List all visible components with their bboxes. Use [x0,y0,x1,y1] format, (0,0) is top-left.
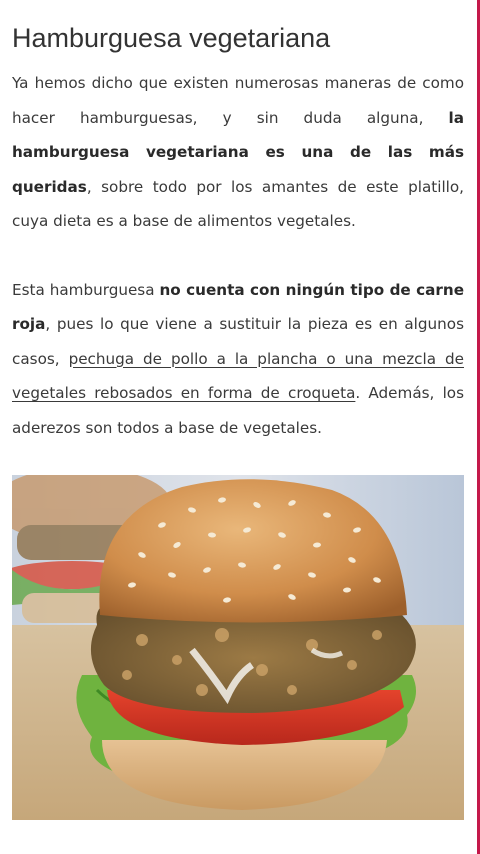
intro-text-1: Ya hemos dicho que existen numerosas man… [12,74,464,127]
article-body: Hamburguesa vegetariana Ya hemos dicho q… [12,0,464,445]
description-text-1: Esta hamburguesa [12,280,160,299]
burger-illustration [12,475,464,820]
veggie-burger-photo [12,475,464,820]
paragraph-intro: Ya hemos dicho que existen numerosas man… [12,66,464,239]
article-page: Hamburguesa vegetariana Ya hemos dicho q… [0,0,480,854]
paragraph-description: Esta hamburguesa no cuenta con ningún ti… [12,273,464,446]
article-heading: Hamburguesa vegetariana [12,23,331,53]
